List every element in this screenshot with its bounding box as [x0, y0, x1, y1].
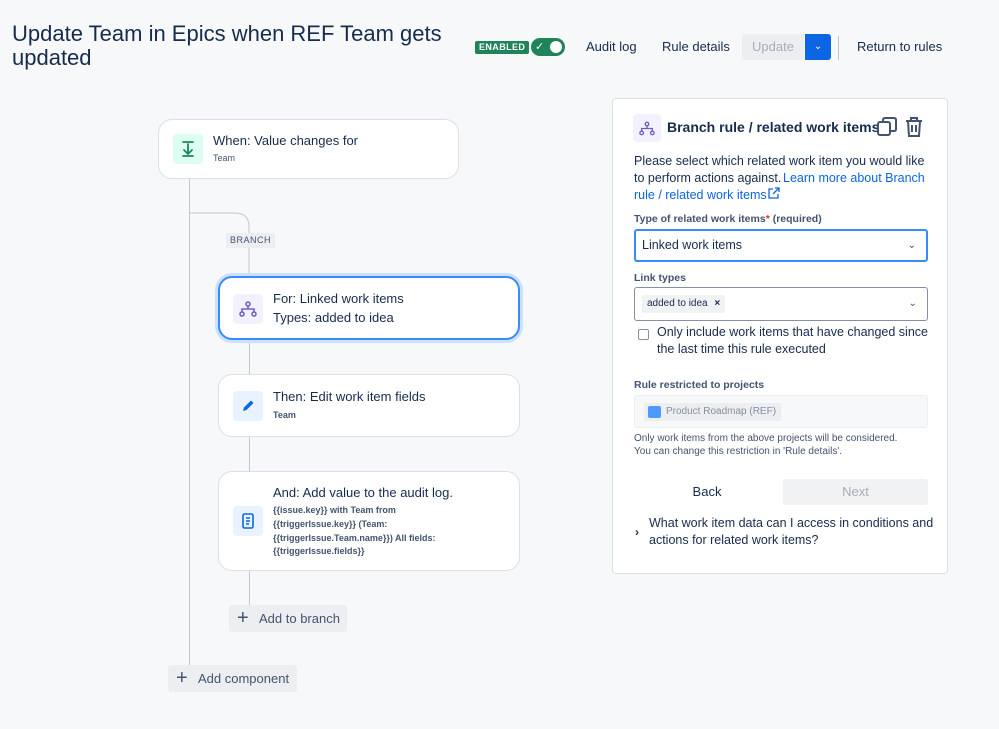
type-label: Type of related work items* (required)	[634, 213, 822, 225]
edit-subtitle: Team	[273, 410, 296, 420]
enabled-badge: ENABLED	[475, 41, 530, 54]
restricted-label: Rule restricted to projects	[634, 379, 765, 391]
audit-icon-box	[233, 506, 263, 536]
add-component-label: Add component	[198, 671, 290, 686]
edit-title: Then: Edit work item fields	[273, 389, 426, 404]
audit-line4: {{triggerIssue.fields}}	[273, 546, 365, 556]
type-select-value: Linked work items	[642, 238, 743, 252]
checkbox-line2: the last time this rule executed	[657, 342, 826, 356]
audit-title: And: Add value to the audit log.	[273, 485, 453, 500]
update-dropdown-button[interactable]: ⌄	[805, 34, 831, 60]
plus-icon: +	[237, 607, 249, 629]
restrict-note-2: You can change this restriction in 'Rule…	[634, 446, 843, 457]
audit-line2: {{triggerIssue.key}} (Team:	[273, 519, 388, 529]
checkbox-line1: Only include work items that have change…	[657, 325, 928, 339]
page-title: Update Team in Epics when REF Team gets …	[12, 21, 442, 70]
branch-rule-panel: Branch rule / related work items Please …	[612, 98, 948, 574]
branch-icon	[639, 121, 655, 135]
duplicate-icon[interactable]	[876, 116, 898, 138]
required-star: *	[765, 213, 770, 225]
edit-fields-card[interactable]: Then: Edit work item fields Team	[218, 374, 520, 437]
project-chip: Product Roadmap (REF)	[644, 403, 782, 421]
trigger-title: When: Value changes for	[213, 133, 359, 148]
branch-card[interactable]: For: Linked work items Types: added to i…	[218, 276, 520, 340]
link-type-chip-label: added to idea	[647, 298, 708, 309]
branch-icon	[239, 301, 257, 317]
project-icon	[648, 406, 661, 418]
only-changed-checkbox[interactable]	[638, 329, 649, 340]
audit-log-card[interactable]: And: Add value to the audit log. {{issue…	[218, 471, 520, 571]
branch-line2: Types: added to idea	[273, 310, 394, 325]
value-change-icon	[182, 141, 194, 157]
add-component-button[interactable]: + Add component	[168, 665, 297, 692]
audit-line3: {{triggerIssue.Team.name}}) All fields:	[273, 533, 436, 543]
external-link-icon[interactable]	[767, 187, 780, 200]
add-to-branch-button[interactable]: + Add to branch	[229, 605, 347, 632]
panel-heading: Branch rule / related work items	[667, 119, 880, 135]
chevron-right-icon[interactable]: ›	[635, 525, 639, 539]
faq-line1[interactable]: What work item data can I access in cond…	[649, 515, 933, 532]
document-icon	[242, 513, 254, 529]
learn-more-link-1[interactable]: Learn more about Branch	[783, 170, 925, 187]
link-type-chip: added to idea ×	[642, 295, 726, 313]
trigger-subtitle: Team	[213, 153, 236, 163]
intro-line2: to perform actions against.	[634, 171, 782, 185]
type-label-text: Type of related work items	[634, 213, 766, 225]
branch-line1: For: Linked work items	[273, 291, 404, 306]
rule-details-button[interactable]: Rule details	[662, 34, 730, 60]
check-icon: ✓	[535, 41, 545, 53]
trash-icon[interactable]	[904, 116, 924, 138]
header-divider	[838, 36, 839, 60]
link-types-select[interactable]: added to idea × ⌄	[634, 287, 928, 321]
panel-icon-box	[633, 114, 661, 142]
intro-line1: Please select which related work item yo…	[634, 154, 925, 168]
trigger-card[interactable]: When: Value changes for Team	[158, 119, 459, 179]
add-to-branch-label: Add to branch	[259, 611, 340, 626]
learn-more-link-2[interactable]: rule / related work items	[634, 187, 767, 204]
pencil-icon	[243, 400, 254, 411]
audit-line1: {{issue.key}} with Team from	[273, 505, 396, 515]
edit-icon-box	[233, 391, 263, 421]
plus-icon: +	[176, 667, 188, 689]
branch-icon-box	[233, 294, 263, 324]
project-restriction-box: Product Roadmap (REF)	[634, 395, 928, 428]
restrict-note-1: Only work items from the above projects …	[634, 433, 898, 444]
branch-label: BRANCH	[226, 233, 276, 248]
toggle-knob	[550, 41, 562, 53]
trigger-icon-box	[173, 134, 203, 164]
faq-line2[interactable]: actions for related work items?	[649, 532, 819, 549]
audit-log-button[interactable]: Audit log	[586, 34, 637, 60]
project-chip-label: Product Roadmap (REF)	[666, 406, 777, 417]
next-button[interactable]: Next	[783, 479, 928, 505]
back-button[interactable]: Back	[634, 479, 780, 505]
chevron-down-icon: ⌄	[907, 239, 916, 251]
type-select[interactable]: Linked work items ⌄	[634, 229, 928, 262]
chevron-down-icon: ⌄	[813, 41, 823, 52]
update-button[interactable]: Update	[742, 34, 804, 60]
chevron-down-icon: ⌄	[908, 298, 917, 309]
return-to-rules-button[interactable]: Return to rules	[857, 34, 942, 60]
enabled-toggle[interactable]: ✓	[531, 38, 565, 56]
required-text: (required)	[772, 213, 822, 225]
remove-chip-icon[interactable]: ×	[714, 298, 720, 309]
link-types-label: Link types	[634, 272, 686, 284]
